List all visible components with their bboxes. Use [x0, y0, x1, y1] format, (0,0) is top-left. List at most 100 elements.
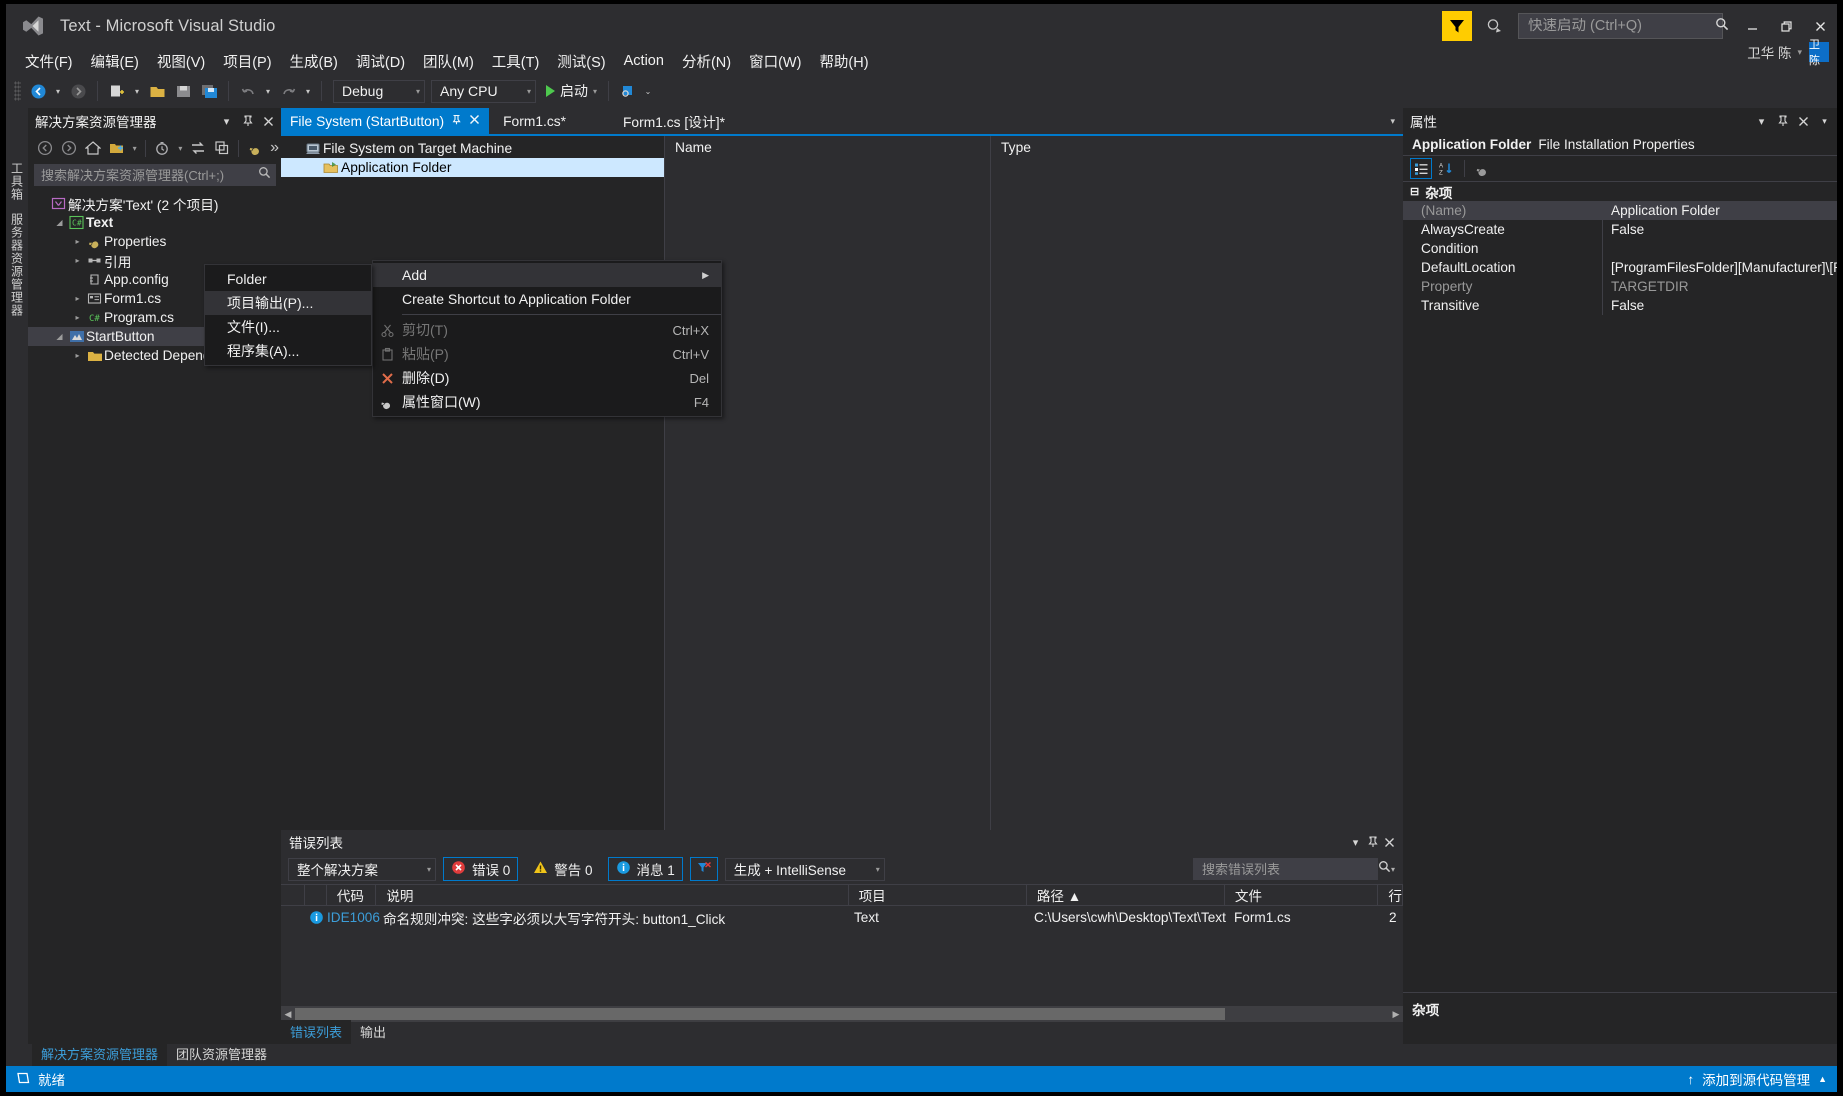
pin-icon[interactable]: [1774, 112, 1791, 130]
toolbar-overflow-icon[interactable]: »: [268, 137, 281, 159]
column-header-file[interactable]: 文件: [1225, 884, 1379, 906]
feedback-funnel-icon[interactable]: [1442, 11, 1472, 41]
context-menu-add-submenu[interactable]: Folder 项目输出(P)... 文件(I)... 程序集(A)...: [204, 264, 372, 366]
menu-project[interactable]: 项目(P): [214, 48, 280, 75]
toolbar-grip[interactable]: [14, 81, 21, 101]
send-feedback-icon[interactable]: [1480, 12, 1508, 40]
quick-launch-input[interactable]: [1528, 18, 1715, 34]
menu-help[interactable]: 帮助(H): [810, 48, 877, 75]
user-account-area[interactable]: 卫华 陈 ▾ 卫陈: [1747, 39, 1829, 67]
property-value[interactable]: False: [1603, 298, 1837, 313]
drag-handle[interactable]: [166, 120, 208, 122]
close-icon[interactable]: [1795, 112, 1812, 130]
cell-code[interactable]: IDE1006: [327, 910, 383, 925]
expander-icon[interactable]: ▸: [70, 256, 85, 265]
context-menu-application-folder[interactable]: Add ▶ Create Shortcut to Application Fol…: [372, 260, 722, 417]
chevron-down-icon[interactable]: ▾: [527, 87, 531, 96]
expander-icon[interactable]: ▸: [70, 237, 85, 246]
new-project-caret-icon[interactable]: ▾: [131, 79, 143, 103]
close-icon[interactable]: [260, 112, 277, 130]
scroll-left-arrow-icon[interactable]: ◀: [281, 1009, 295, 1020]
menu-file[interactable]: 文件(F): [16, 48, 82, 75]
pin-icon[interactable]: [451, 114, 462, 128]
solution-explorer-search[interactable]: [34, 164, 276, 186]
chevron-down-icon[interactable]: ▾: [129, 137, 140, 159]
search-icon[interactable]: [1715, 17, 1729, 36]
table-row[interactable]: IDE1006 命名规则冲突: 这些字必须以大写字符开头: button1_Cl…: [281, 906, 1403, 929]
chevron-down-icon[interactable]: ▾: [218, 112, 235, 130]
property-category-misc[interactable]: ⊟ 杂项: [1403, 182, 1837, 201]
tab-form1-cs[interactable]: Form1.cs*: [489, 108, 575, 134]
chevron-down-icon[interactable]: ▾: [1347, 833, 1364, 851]
sync-icon[interactable]: [187, 137, 210, 159]
clear-filter-button[interactable]: [689, 857, 718, 881]
column-header-indicator[interactable]: [305, 884, 327, 906]
tab-overflow-button[interactable]: ▾: [1390, 108, 1403, 134]
avatar[interactable]: 卫陈: [1809, 39, 1829, 67]
column-header-code[interactable]: 代码: [327, 884, 377, 906]
submenu-item-assembly[interactable]: 程序集(A)...: [205, 339, 371, 363]
warnings-toggle-button[interactable]: 警告 0: [525, 857, 600, 881]
menu-tools[interactable]: 工具(T): [483, 48, 549, 75]
expander-icon[interactable]: ◢: [52, 218, 67, 227]
minimize-button[interactable]: [1735, 9, 1769, 43]
menu-debug[interactable]: 调试(D): [347, 48, 414, 75]
drag-handle[interactable]: [1447, 120, 1743, 122]
navigate-forward-icon[interactable]: [66, 79, 90, 103]
tab-output[interactable]: 输出: [351, 1020, 395, 1044]
menu-action[interactable]: Action: [615, 50, 673, 72]
chevron-down-icon[interactable]: ▾: [427, 865, 431, 874]
chevron-down-icon[interactable]: ▾: [416, 87, 420, 96]
quick-launch-box[interactable]: [1518, 13, 1729, 39]
save-icon[interactable]: [171, 79, 195, 103]
property-value[interactable]: [ProgramFilesFolder][Manufacturer]\[P: [1603, 260, 1837, 275]
navigate-back-caret-icon[interactable]: ▾: [52, 79, 64, 103]
tab-file-system[interactable]: File System (StartButton): [281, 108, 490, 134]
pending-changes-icon[interactable]: [151, 137, 174, 159]
tree-item-solution[interactable]: 解决方案'Text' (2 个项目): [28, 194, 281, 213]
menu-test[interactable]: 测试(S): [548, 48, 614, 75]
collapse-all-icon[interactable]: [211, 137, 234, 159]
scroll-right-arrow-icon[interactable]: ▶: [1389, 1009, 1403, 1020]
property-row-condition[interactable]: Condition: [1403, 239, 1837, 258]
tab-error-list[interactable]: 错误列表: [281, 1020, 352, 1044]
column-header-path[interactable]: 路径 ▲: [1027, 884, 1225, 906]
redo-caret-icon[interactable]: ▾: [302, 79, 314, 103]
save-all-icon[interactable]: [197, 79, 221, 103]
tab-team-explorer[interactable]: 团队资源管理器: [167, 1042, 276, 1066]
alphabetical-icon[interactable]: AZ: [1435, 158, 1457, 179]
submenu-item-folder[interactable]: Folder: [205, 267, 371, 291]
new-project-icon[interactable]: [105, 79, 129, 103]
undo-caret-icon[interactable]: ▾: [262, 79, 274, 103]
pane-overflow-icon[interactable]: ▾: [1816, 112, 1833, 130]
column-header-project[interactable]: 项目: [849, 884, 1027, 906]
messages-toggle-button[interactable]: 消息 1: [607, 857, 683, 881]
expander-icon[interactable]: ▸: [70, 313, 85, 322]
restore-button[interactable]: [1769, 9, 1803, 43]
chevron-down-icon[interactable]: ▾: [1753, 112, 1770, 130]
chevron-down-icon[interactable]: ▾: [593, 87, 597, 96]
close-icon[interactable]: [469, 114, 480, 128]
property-pages-icon[interactable]: [1472, 158, 1494, 179]
categorized-icon[interactable]: [1410, 158, 1432, 179]
scrollbar-thumb[interactable]: [295, 1008, 1225, 1020]
source-control-caret-icon[interactable]: ▲: [1818, 1074, 1827, 1084]
properties-icon[interactable]: [244, 137, 267, 159]
scope-filter-combo[interactable]: 整个解决方案 ▾: [288, 857, 436, 881]
forward-icon[interactable]: [58, 137, 81, 159]
tree-item-properties[interactable]: ▸ Properties: [28, 232, 281, 251]
menu-edit[interactable]: 编辑(E): [82, 48, 148, 75]
build-intellisense-combo[interactable]: 生成 + IntelliSense ▾: [724, 857, 885, 881]
fs-node-application-folder[interactable]: Application Folder: [281, 158, 664, 177]
menu-window[interactable]: 窗口(W): [740, 48, 810, 75]
expander-icon[interactable]: ▸: [70, 351, 85, 360]
property-row-alwayscreate[interactable]: AlwaysCreate False: [1403, 220, 1837, 239]
tab-solution-explorer[interactable]: 解决方案资源管理器: [32, 1042, 168, 1066]
search-icon[interactable]: [1378, 860, 1391, 878]
property-row-property[interactable]: Property TARGETDIR: [1403, 277, 1837, 296]
search-input[interactable]: [1201, 861, 1378, 877]
vertical-tab-toolbox[interactable]: 工具箱: [7, 156, 28, 207]
tree-item-text-project[interactable]: ◢ C# Text: [28, 213, 281, 232]
error-list-search[interactable]: [1192, 858, 1391, 880]
column-header-line[interactable]: 行: [1378, 884, 1403, 906]
